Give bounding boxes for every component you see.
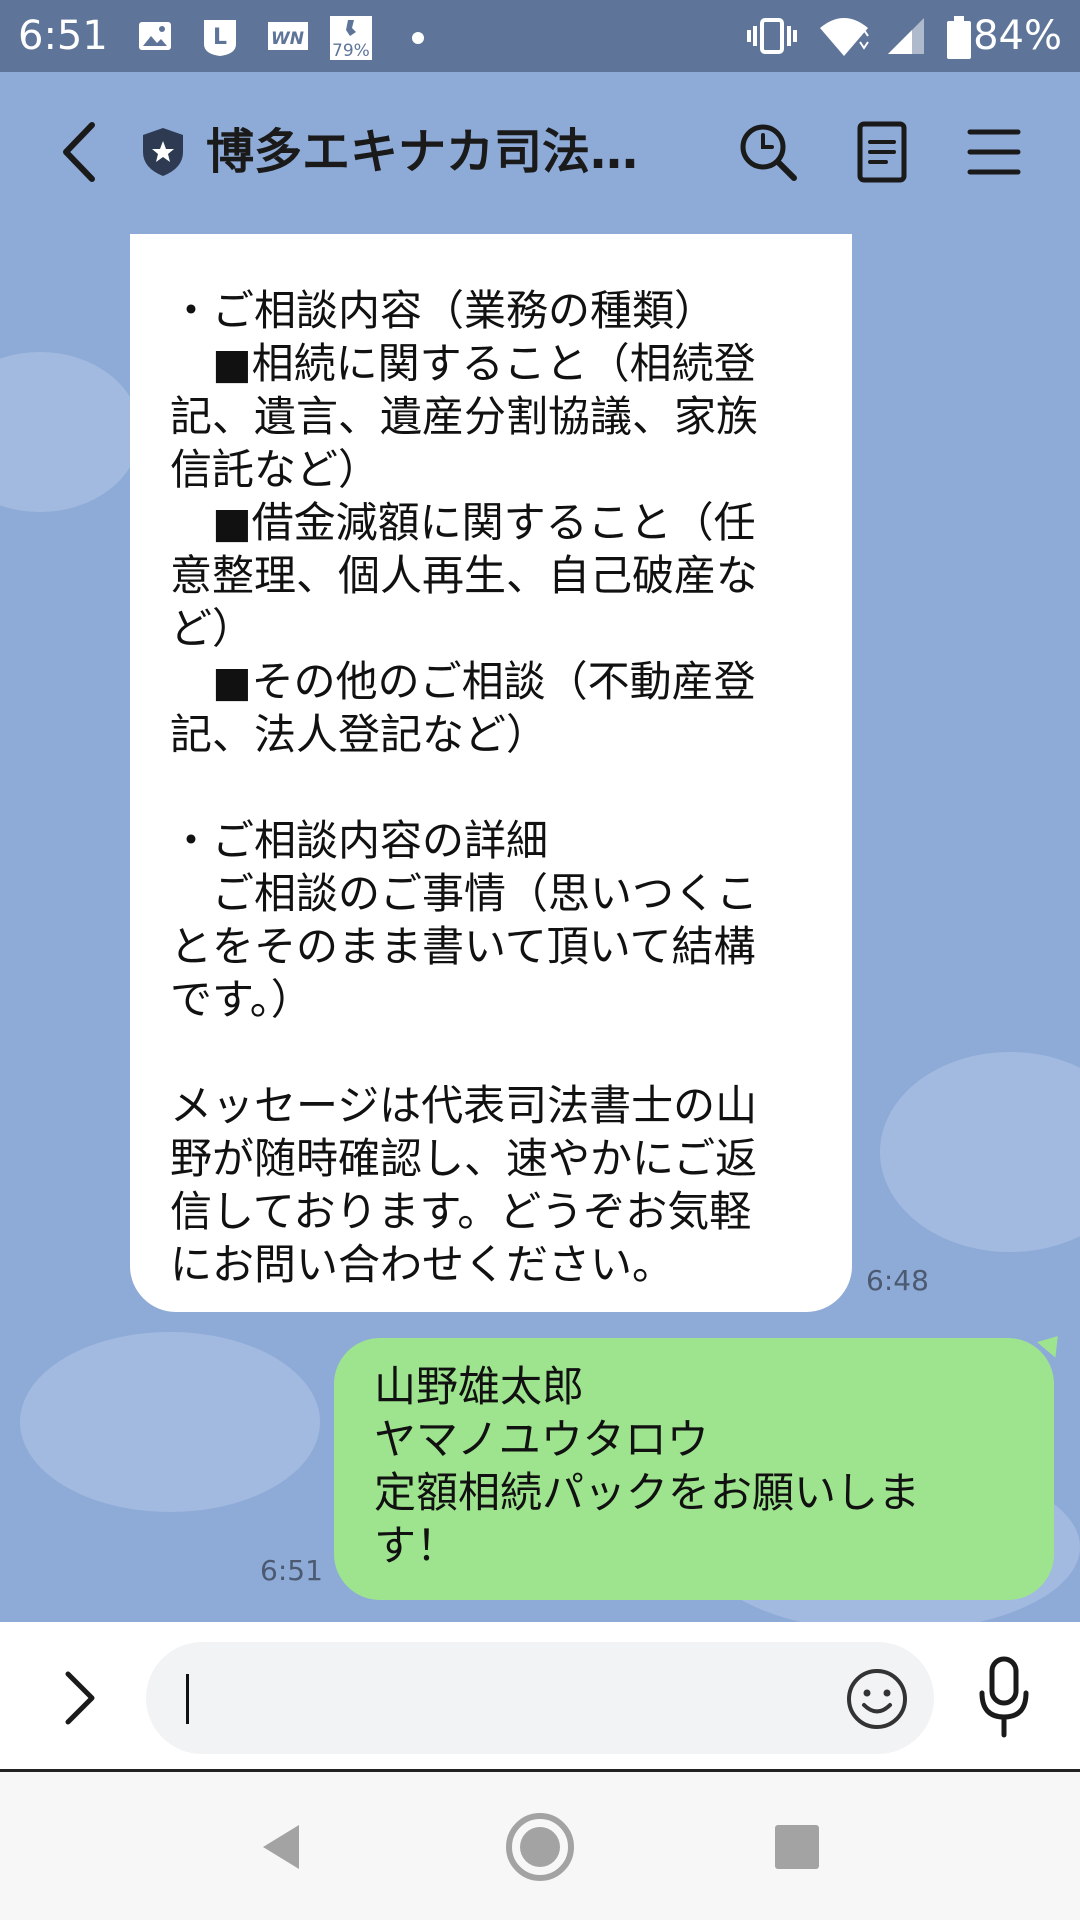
microphone-icon xyxy=(979,1656,1029,1738)
svg-text:L: L xyxy=(213,25,227,50)
weathernews-icon: WN xyxy=(266,14,310,58)
battery-icon xyxy=(944,14,974,59)
percent-badge-icon: 79% xyxy=(328,14,374,61)
incoming-message-time: 6:48 xyxy=(866,1264,929,1297)
back-button[interactable] xyxy=(40,112,120,192)
vibrate-icon xyxy=(746,14,798,58)
text-caret xyxy=(186,1674,189,1724)
official-shield-icon xyxy=(140,126,186,178)
menu-button[interactable] xyxy=(954,112,1034,192)
note-button[interactable] xyxy=(842,112,922,192)
system-navigation-bar xyxy=(0,1772,1080,1920)
message-field[interactable] xyxy=(146,1642,934,1754)
nav-home-button[interactable] xyxy=(495,1802,585,1892)
menu-icon xyxy=(967,129,1021,175)
image-icon xyxy=(136,14,174,58)
search-icon xyxy=(740,124,797,181)
message-input[interactable] xyxy=(186,1664,830,1734)
search-button[interactable] xyxy=(728,112,808,192)
battery-percent: 84% xyxy=(973,13,1062,59)
incoming-message-text: ・ご相談内容（業務の種類） ■相続に関すること（相続登 記、遺言、遺産分割協議、… xyxy=(170,286,759,1289)
chevron-left-icon xyxy=(63,122,95,182)
voice-input-button[interactable] xyxy=(972,1654,1036,1742)
home-circle-icon xyxy=(506,1813,574,1881)
message-list[interactable]: ・ご相談内容（業務の種類） ■相続に関すること（相続登 記、遺言、遺産分割協議、… xyxy=(0,232,1080,1622)
chat-title[interactable]: 博多エキナカ司法… xyxy=(206,122,638,182)
background-cloud xyxy=(880,1052,1080,1252)
outgoing-message-bubble[interactable]: 山野雄太郎 ヤマノユウタロウ 定額相続パックをお願いしま す！ xyxy=(334,1338,1054,1600)
recents-square-icon xyxy=(775,1825,819,1869)
note-icon xyxy=(857,121,907,183)
line-chat-screen: 6:51 L WN 79% 84% 博多エキナカ司法… ・ご相談内容（業務の種類… xyxy=(0,0,1080,1920)
expand-menu-button[interactable] xyxy=(50,1658,110,1738)
status-time: 6:51 xyxy=(18,13,108,59)
emoji-icon xyxy=(847,1669,907,1729)
nav-back-button[interactable] xyxy=(236,1802,326,1892)
nav-recents-button[interactable] xyxy=(752,1802,842,1892)
emoji-button[interactable] xyxy=(844,1666,910,1732)
outgoing-message-time: 6:51 xyxy=(260,1554,323,1587)
wifi-icon xyxy=(816,14,872,58)
dot-icon xyxy=(410,14,426,58)
outgoing-message-text: 山野雄太郎 ヤマノユウタロウ 定額相続パックをお願いしま す！ xyxy=(374,1362,921,1570)
incoming-message-bubble[interactable]: ・ご相談内容（業務の種類） ■相続に関すること（相続登 記、遺言、遺産分割協議、… xyxy=(130,234,852,1312)
line-icon: L xyxy=(200,14,240,58)
back-triangle-icon xyxy=(263,1825,299,1869)
message-input-bar xyxy=(0,1622,1080,1772)
percent-badge-text: 79% xyxy=(332,41,370,61)
chevron-right-icon xyxy=(65,1671,95,1725)
background-cloud xyxy=(20,1332,320,1512)
background-cloud xyxy=(0,352,140,512)
chat-header: 博多エキナカ司法… xyxy=(0,72,1080,232)
status-bar: 6:51 L WN 79% 84% xyxy=(0,0,1080,72)
signal-icon xyxy=(884,14,928,58)
svg-text:WN: WN xyxy=(271,29,304,49)
